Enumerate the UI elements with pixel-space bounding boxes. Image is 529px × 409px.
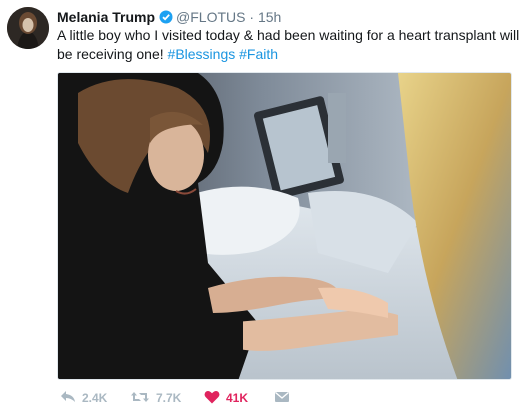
- hashtag-faith[interactable]: #Faith: [239, 46, 278, 62]
- direct-message-button[interactable]: [274, 388, 296, 408]
- tweet-text-body: A little boy who I visited today & had b…: [57, 27, 520, 62]
- tweet-timestamp[interactable]: 15h: [258, 9, 281, 25]
- tweet-actions: 2.4K 7.7K 41K: [57, 388, 517, 408]
- like-count: 41K: [226, 391, 249, 405]
- tweet-header: Melania Trump @FLOTUS · 15h: [57, 8, 519, 28]
- retweet-icon: [130, 390, 156, 407]
- heart-icon: [204, 390, 226, 407]
- verified-badge-icon: [159, 10, 173, 24]
- reply-count: 2.4K: [82, 391, 108, 405]
- tweet[interactable]: Melania Trump @FLOTUS · 15h A little boy …: [0, 0, 529, 409]
- retweet-button[interactable]: 7.7K: [130, 388, 181, 408]
- author-handle[interactable]: @FLOTUS: [176, 9, 245, 25]
- like-button[interactable]: 41K: [204, 388, 248, 408]
- reply-icon: [60, 390, 82, 407]
- retweet-count: 7.7K: [156, 391, 182, 405]
- envelope-icon: [274, 390, 296, 407]
- hashtag-blessings[interactable]: #Blessings: [168, 46, 236, 62]
- tweet-photo[interactable]: [57, 72, 512, 380]
- author-name[interactable]: Melania Trump: [57, 9, 155, 25]
- reply-button[interactable]: 2.4K: [60, 388, 107, 408]
- author-avatar[interactable]: [7, 7, 49, 49]
- header-separator: ·: [249, 9, 255, 25]
- tweet-text: A little boy who I visited today & had b…: [57, 26, 522, 64]
